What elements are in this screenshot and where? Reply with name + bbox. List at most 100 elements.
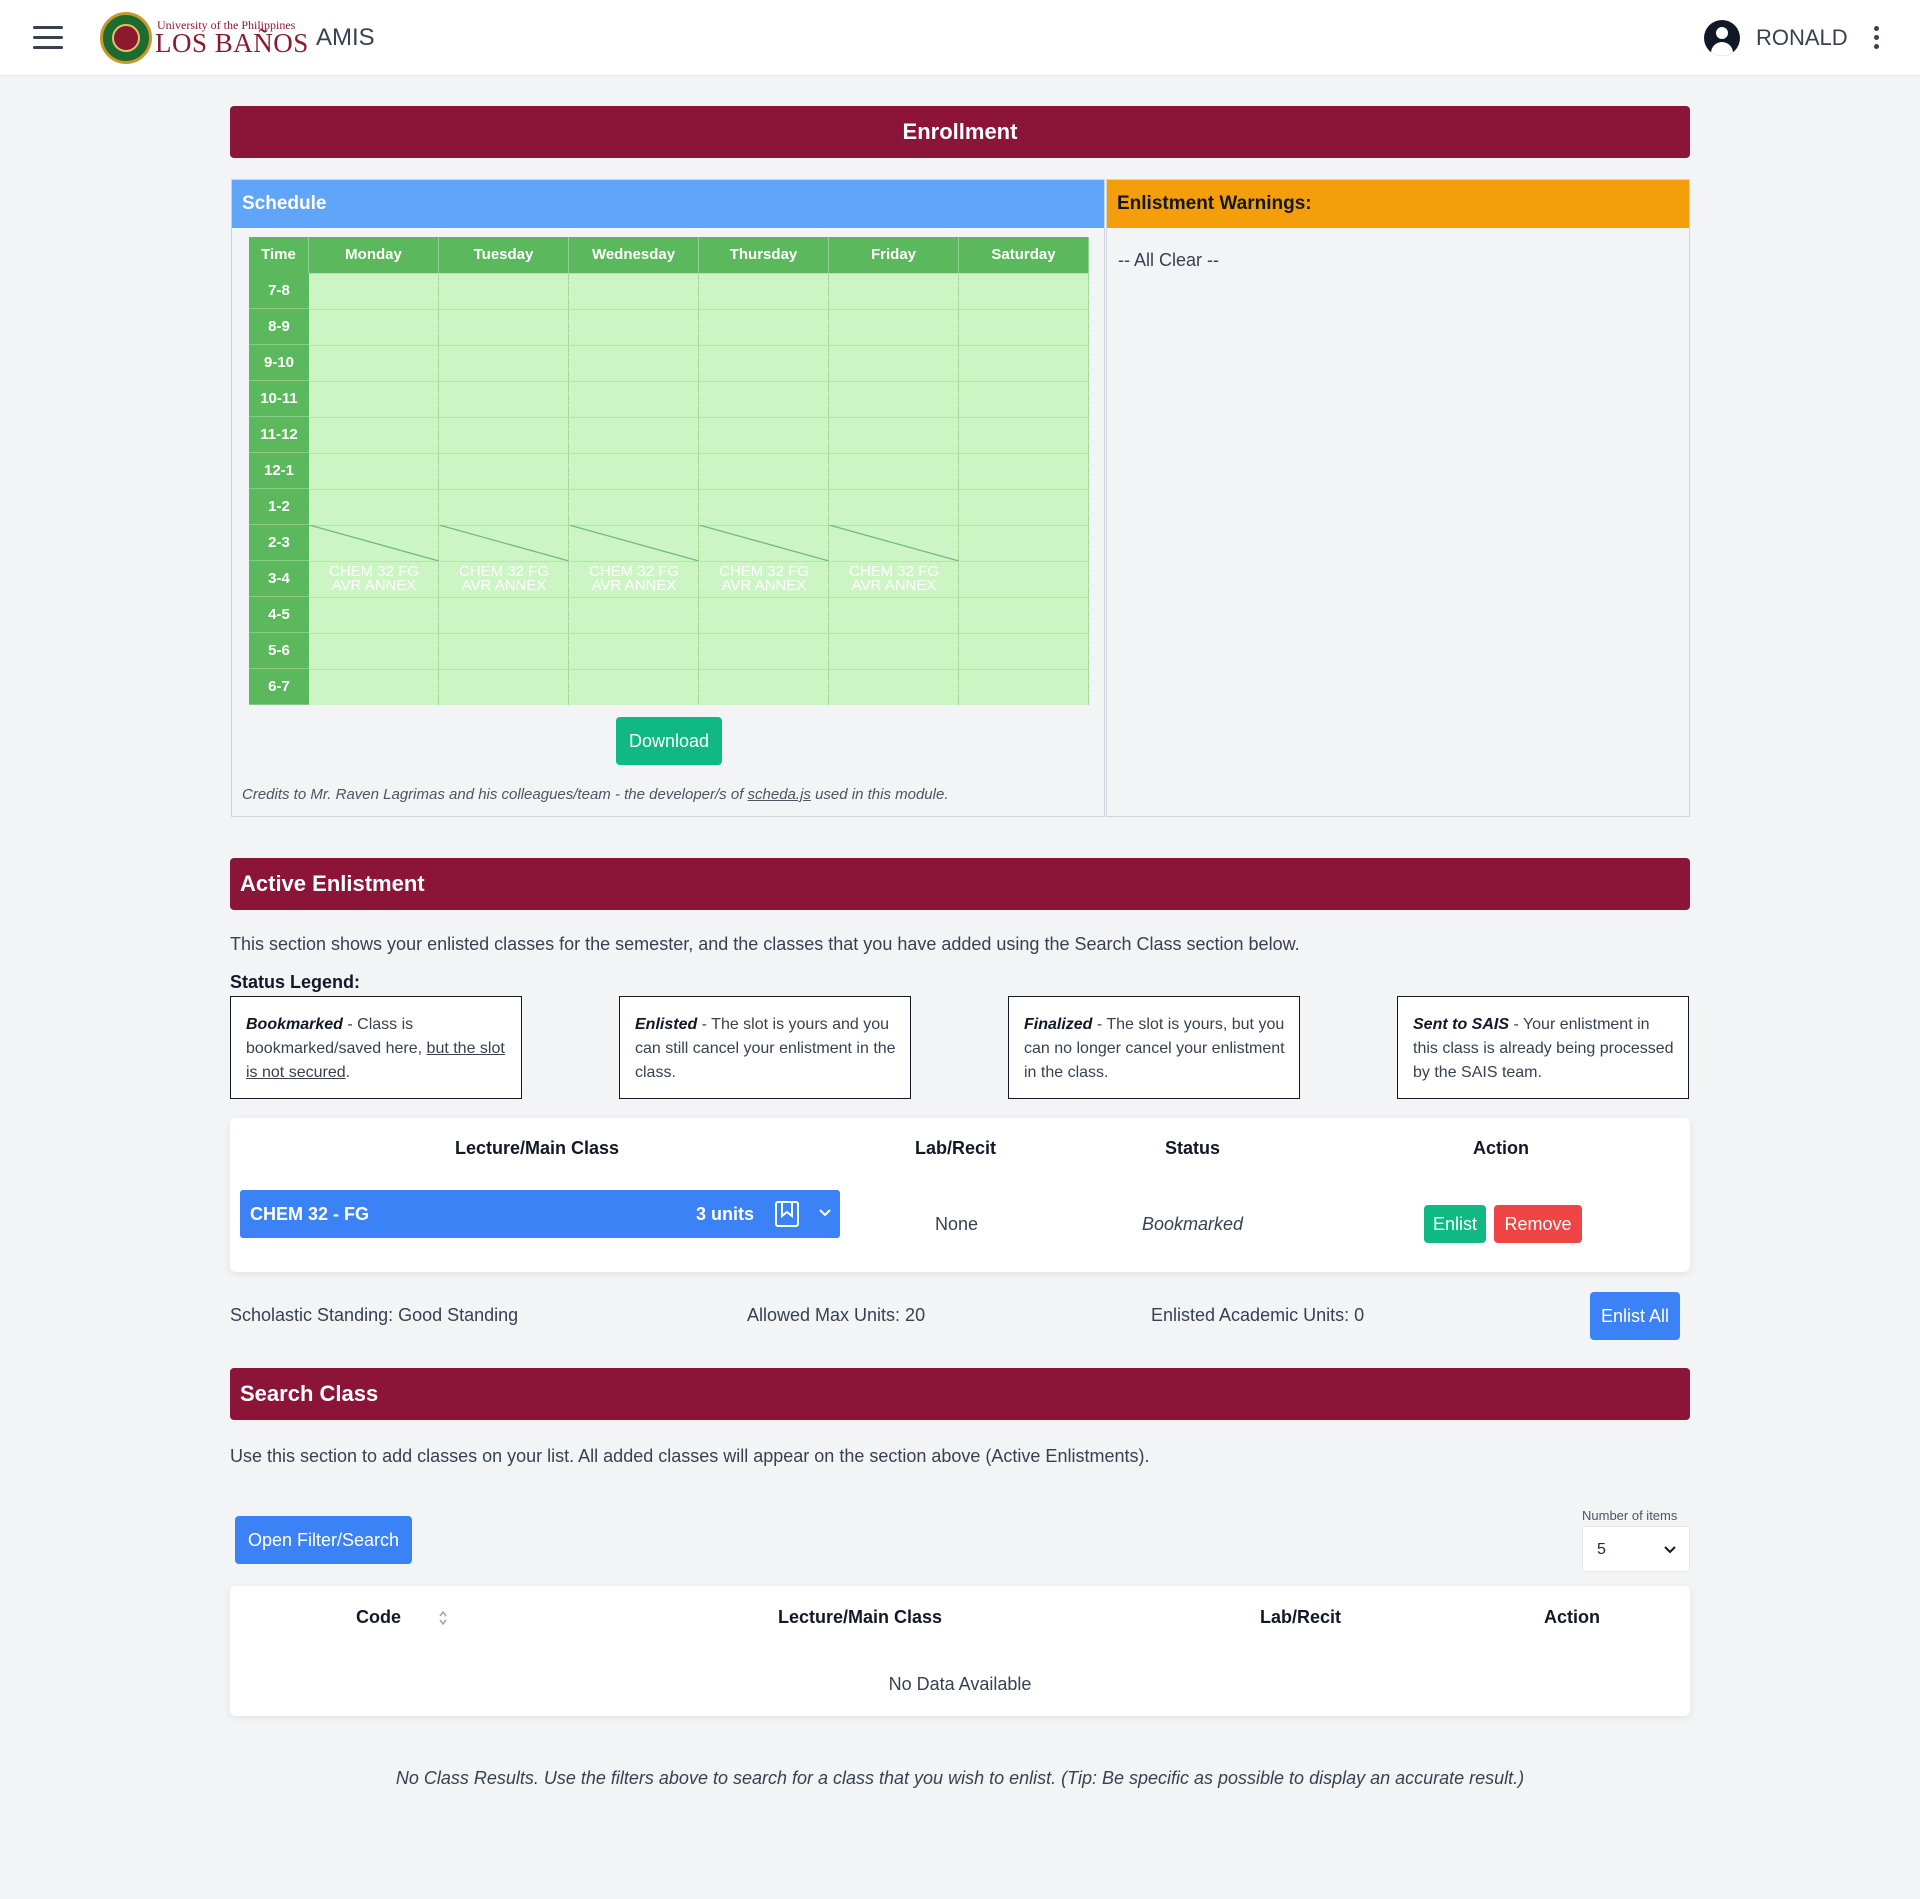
class-block-slant xyxy=(699,525,829,561)
chevron-down-icon[interactable] xyxy=(818,1206,832,1220)
username[interactable]: RONALD xyxy=(1756,25,1848,51)
minor-gridline xyxy=(309,321,1089,322)
schedule-grid: Time Monday Tuesday Wednesday Thursday Friday… xyxy=(249,237,1089,705)
class-units: 3 units xyxy=(696,1204,755,1224)
sort-icon[interactable] xyxy=(438,1609,448,1627)
class-block-slant xyxy=(439,525,569,561)
credits-suffix: used in this module. xyxy=(810,786,949,803)
time-slot-label: 4-5 xyxy=(249,597,309,633)
time-slot-label: 3-4 xyxy=(249,561,309,597)
time-slot-label: 8-9 xyxy=(249,309,309,345)
warnings-panel: Enlistment Warnings: -- All Clear -- xyxy=(1106,179,1690,817)
column-header-lab: Lab/Recit xyxy=(915,1138,997,1158)
hour-gridline xyxy=(309,561,1089,562)
time-slot-label: 5-6 xyxy=(249,633,309,669)
day-header-wednesday: Wednesday xyxy=(569,237,699,273)
class-block-chem32[interactable]: CHEM 32 FG AVR ANNEX xyxy=(569,564,699,593)
hour-gridline xyxy=(309,489,1089,490)
minor-gridline xyxy=(309,285,1089,286)
search-class-description: Use this section to add classes on your … xyxy=(230,1446,1150,1466)
enlist-button[interactable]: Enlist xyxy=(1424,1205,1486,1243)
time-slot-label: 10-11 xyxy=(249,381,309,417)
minor-gridline xyxy=(309,693,1089,694)
enlisted-academic-units: Enlisted Academic Units: 0 xyxy=(1151,1305,1365,1325)
class-block-slant xyxy=(309,525,439,561)
class-row-chem32[interactable]: CHEM 32 - FG 3 units xyxy=(240,1190,840,1238)
number-of-items-select[interactable]: 5 xyxy=(1582,1526,1690,1572)
hour-gridline xyxy=(309,669,1089,670)
app-title[interactable]: AMIS xyxy=(316,24,375,52)
chevron-down-icon xyxy=(1664,1546,1676,1554)
class-block-chem32[interactable]: CHEM 32 FG AVR ANNEX xyxy=(699,564,829,593)
legend-term: Sent to SAIS xyxy=(1413,1016,1510,1033)
active-enlistment-title: Active Enlistment xyxy=(230,858,1690,910)
column-header-action: Action xyxy=(1544,1607,1600,1627)
class-block-room: AVR ANNEX xyxy=(461,577,547,594)
hour-gridline xyxy=(309,381,1089,382)
day-header-tuesday: Tuesday xyxy=(439,237,569,273)
day-header-friday: Friday xyxy=(829,237,959,273)
minor-gridline xyxy=(309,609,1089,610)
hour-gridline xyxy=(309,273,1089,274)
column-header-code[interactable]: Code xyxy=(356,1607,401,1628)
class-block-chem32[interactable]: CHEM 32 FG AVR ANNEX xyxy=(829,564,959,593)
bookmark-icon[interactable] xyxy=(774,1200,800,1228)
scheda-link[interactable]: scheda.js xyxy=(748,786,811,803)
uplb-seal-logo[interactable] xyxy=(100,12,152,64)
time-column-header: Time xyxy=(249,237,309,273)
hour-gridline xyxy=(309,597,1089,598)
minor-gridline xyxy=(309,393,1089,394)
warnings-header: Enlistment Warnings: xyxy=(1107,180,1689,228)
account-avatar-icon[interactable] xyxy=(1704,20,1740,56)
enrollment-title: Enrollment xyxy=(230,106,1690,158)
legend-bookmarked: Bookmarked - Class is bookmarked/saved h… xyxy=(230,996,522,1099)
legend-term: Bookmarked xyxy=(246,1016,343,1033)
legend-sent-to-sais: Sent to SAIS - Your enlistment in this c… xyxy=(1397,996,1689,1099)
legend-term: Finalized xyxy=(1024,1016,1093,1033)
class-block-slant xyxy=(569,525,699,561)
minor-gridline xyxy=(309,621,1089,622)
hour-gridline xyxy=(309,453,1089,454)
minor-gridline xyxy=(309,441,1089,442)
legend-term: Enlisted xyxy=(635,1016,698,1033)
time-slot-label: 12-1 xyxy=(249,453,309,489)
class-block-chem32[interactable]: CHEM 32 FG AVR ANNEX xyxy=(439,564,569,594)
top-app-bar: University of the Philippines LOS BAÑOS … xyxy=(0,0,1920,76)
minor-gridline xyxy=(309,681,1089,682)
status-legend-title: Status Legend: xyxy=(230,972,361,992)
search-results-table: Code Lecture/Main Class Lab/Recit Action… xyxy=(230,1586,1690,1716)
download-button[interactable]: Download xyxy=(616,717,722,765)
no-data-message: No Data Available xyxy=(888,1674,1032,1694)
number-of-items-value: 5 xyxy=(1597,1541,1606,1558)
lab-recit-value: None xyxy=(935,1214,979,1234)
class-block-slant xyxy=(829,525,959,561)
schedule-header: Schedule xyxy=(232,180,1104,228)
column-header-lab: Lab/Recit xyxy=(1260,1607,1342,1627)
allowed-max-units: Allowed Max Units: 20 xyxy=(747,1305,926,1325)
search-class-title: Search Class xyxy=(230,1368,1690,1420)
minor-gridline xyxy=(309,645,1089,646)
menu-icon[interactable] xyxy=(33,26,63,50)
open-filter-search-button[interactable]: Open Filter/Search xyxy=(235,1516,412,1564)
minor-gridline xyxy=(309,333,1089,334)
class-block-chem32[interactable]: CHEM 32 FG AVR ANNEX xyxy=(309,564,439,594)
warnings-status: -- All Clear -- xyxy=(1118,250,1220,270)
legend-enlisted: Enlisted - The slot is yours and you can… xyxy=(619,996,911,1099)
more-options-icon[interactable] xyxy=(1872,26,1880,50)
logo-campus-text: LOS BAÑOS xyxy=(155,28,309,58)
schedule-panel: Schedule Time Monday Tuesday Wednesday Thurs… xyxy=(231,179,1105,817)
time-slot-label: 6-7 xyxy=(249,669,309,705)
minor-gridline xyxy=(309,477,1089,478)
active-enlistment-table: Lecture/Main Class Lab/Recit Status Acti… xyxy=(230,1118,1690,1272)
enlist-all-button[interactable]: Enlist All xyxy=(1590,1292,1680,1340)
class-block-room: AVR ANNEX xyxy=(331,577,417,594)
day-header-saturday: Saturday xyxy=(959,237,1089,273)
minor-gridline xyxy=(309,297,1089,298)
hour-gridline xyxy=(309,345,1089,346)
minor-gridline xyxy=(309,501,1089,502)
column-header-action: Action xyxy=(1473,1138,1529,1158)
column-header-status: Status xyxy=(1165,1138,1221,1158)
minor-gridline xyxy=(309,405,1089,406)
class-name: CHEM 32 - FG xyxy=(250,1204,370,1224)
remove-button[interactable]: Remove xyxy=(1494,1205,1582,1243)
